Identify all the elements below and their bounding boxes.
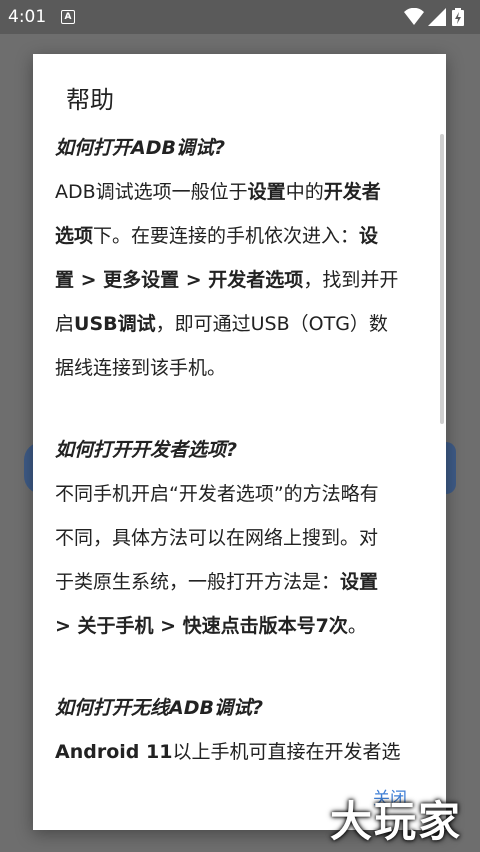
answer-text: 不同，具体方法可以在网络上搜到。对 <box>55 527 379 549</box>
notification-icon: A <box>61 10 75 24</box>
help-question: 如何打开无线ADB调试? <box>55 697 263 719</box>
wifi-icon <box>404 7 424 30</box>
answer-text: 于类原生系统，一般打开方法是： <box>55 571 341 593</box>
emphasized-text: 置 > 更多设置 > 开发者选项 <box>55 269 304 291</box>
answer-text: 以上手机可直接在开发者选 <box>172 741 401 763</box>
answer-text: ADB调试选项一般位于 <box>55 181 248 203</box>
answer-text: ，即可通过USB（OTG）数 <box>155 313 388 335</box>
emphasized-text: 设置 <box>247 181 286 203</box>
answer-text: 中的 <box>285 181 324 203</box>
status-bar: 4:01 A <box>0 0 480 34</box>
status-time: 4:01 <box>8 7 47 27</box>
answer-text: 下。在要连接的手机依次进入： <box>93 225 360 247</box>
help-answer-line: 不同，具体方法可以在网络上搜到。对 <box>55 516 427 560</box>
emphasized-text: Android 11 <box>55 741 173 763</box>
emphasized-text: 设置 <box>340 571 379 593</box>
signal-icon <box>428 8 446 30</box>
help-answer-line: 选项下。在要连接的手机依次进入：设 <box>55 214 427 258</box>
help-question: 如何打开开发者选项? <box>55 439 238 461</box>
help-answer-line: > 关于手机 > 快速点击版本号7次。 <box>55 604 427 648</box>
emphasized-text: 选项 <box>55 225 94 247</box>
emphasized-text: 开发者 <box>323 181 381 203</box>
help-dialog: 帮助 如何打开ADB调试? ADB调试选项一般位于设置中的开发者 选项下。在要连接的… <box>33 54 446 830</box>
answer-text: 启 <box>55 313 75 335</box>
help-answer-line: 启USB调试，即可通过USB（OTG）数 <box>55 302 427 346</box>
battery-charging-icon <box>452 8 464 30</box>
background-button <box>446 442 456 494</box>
help-answer-line: ADB调试选项一般位于设置中的开发者 <box>55 170 427 214</box>
help-question: 如何打开ADB调试? <box>55 137 225 159</box>
watermark: 大玩家 <box>330 797 463 846</box>
emphasized-text: 设 <box>359 225 379 247</box>
dialog-title: 帮助 <box>66 86 114 114</box>
help-answer-line: 置 > 更多设置 > 开发者选项，找到并开 <box>55 258 427 302</box>
emphasized-text: USB调试 <box>74 313 156 335</box>
help-answer-line: 不同手机开启“开发者选项”的方法略有 <box>55 472 427 516</box>
answer-text: 不同手机开启“开发者选项”的方法略有 <box>55 483 379 505</box>
help-content[interactable]: 如何打开ADB调试? ADB调试选项一般位于设置中的开发者 选项下。在要连接的手机依… <box>55 134 427 774</box>
emphasized-text: > 关于手机 > 快速点击版本号7次 <box>55 615 348 637</box>
answer-text: ，找到并开 <box>303 269 399 291</box>
answer-text: 。 <box>347 615 367 637</box>
help-answer-line: 于类原生系统，一般打开方法是：设置 <box>55 560 427 604</box>
scrollbar[interactable] <box>440 134 444 424</box>
help-answer-line: 据线连接到该手机。 <box>55 346 427 390</box>
answer-text: 据线连接到该手机。 <box>55 357 227 379</box>
help-answer-line: Android 11以上手机可直接在开发者选 <box>55 730 427 774</box>
